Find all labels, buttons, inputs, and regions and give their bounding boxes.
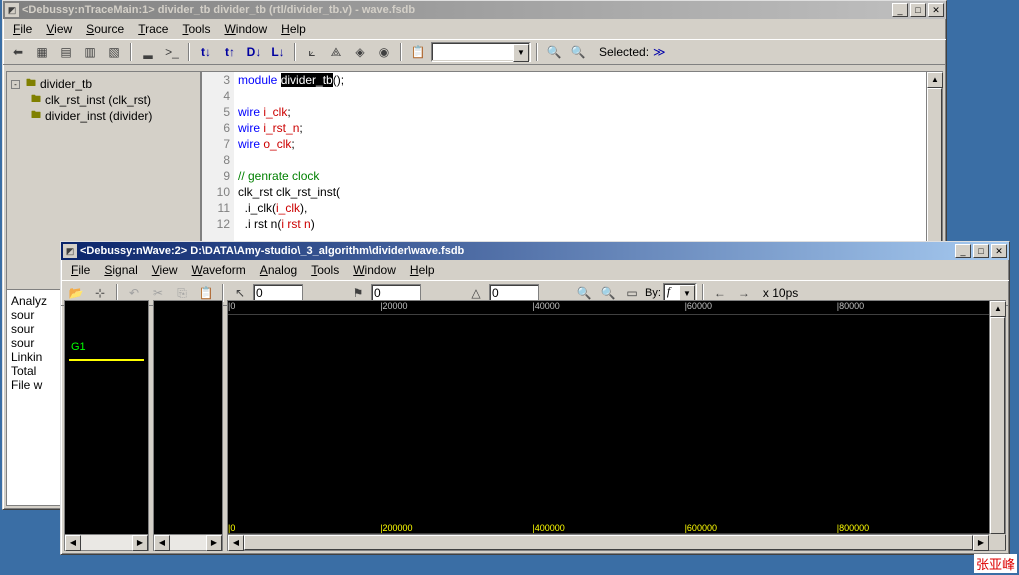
minimize-button[interactable]: _ [892,3,908,17]
menu-waveform[interactable]: Waveform [186,261,252,279]
ntrace-menubar: FileViewSourceTraceToolsWindowHelp [3,19,946,39]
nwave-title: <Debussy:nWave:2> D:\DATA\Amy-studio\_3_… [80,245,953,257]
expand-icon[interactable]: - [11,80,20,89]
close-button[interactable]: ✕ [991,244,1007,258]
val-hscroll[interactable]: ◀▶ [154,534,222,550]
toolbar-btn[interactable]: D↓ [243,42,265,62]
menu-trace[interactable]: Trace [132,20,174,38]
time-ruler-bottom: |0|200000|400000|600000|800000 [228,520,989,534]
nwave-menubar: FileSignalViewWaveformAnalogToolsWindowH… [61,260,1009,280]
window-controls: _ □ ✕ [953,244,1007,258]
menu-help[interactable]: Help [404,261,441,279]
toolbar-btn[interactable]: ▂ [137,42,159,62]
toolbar-btn[interactable]: ⟀ [301,42,323,62]
tree-item[interactable]: 🖿clk_rst_inst (clk_rst) [11,92,196,108]
signal-group[interactable]: G1 [65,335,148,359]
menu-analog[interactable]: Analog [254,261,303,279]
ntrace-toolbar: ⬅ ▦ ▤ ▥ ▧ ▂ >_ t↓ t↑ D↓ L↓ ⟀ ⟁ ◈ ◉ 📋 🔍 🔍… [3,39,946,65]
find-icon[interactable]: 🔍 [543,42,565,62]
wave-hscroll[interactable]: ◀▶ [228,534,989,550]
module-icon: 🖿 [24,78,38,90]
menu-file[interactable]: File [65,261,96,279]
toolbar-combo[interactable] [431,42,531,62]
menu-window[interactable]: Window [218,20,273,38]
app-icon: ◩ [63,244,77,258]
toolbar-btn[interactable]: ◈ [349,42,371,62]
maximize-button[interactable]: □ [910,3,926,17]
wave-vscroll[interactable]: ▲▼ [989,301,1005,550]
instance-icon: 🖿 [29,94,43,106]
tree-item[interactable]: 🖿divider_inst (divider) [11,108,196,124]
toolbar-btn[interactable]: ▤ [55,42,77,62]
menu-view[interactable]: View [40,20,78,38]
menu-file[interactable]: File [7,20,38,38]
toolbar-btn[interactable]: ▦ [31,42,53,62]
menu-signal[interactable]: Signal [98,261,143,279]
app-icon: ◩ [5,3,19,17]
menu-help[interactable]: Help [275,20,312,38]
minimize-button[interactable]: _ [955,244,971,258]
watermark: 张亚峰 [974,554,1017,573]
signal-name-pane[interactable]: G1 ◀▶ [64,300,149,551]
menu-tools[interactable]: Tools [305,261,345,279]
close-button[interactable]: ✕ [928,3,944,17]
toolbar-btn[interactable]: t↑ [219,42,241,62]
ntrace-title: <Debussy:nTraceMain:1> divider_tb divide… [22,4,890,16]
signal-value-pane[interactable]: ◀▶ [153,300,223,551]
sig-hscroll[interactable]: ◀▶ [65,534,148,550]
menu-tools[interactable]: Tools [176,20,216,38]
toolbar-btn[interactable]: ▧ [103,42,125,62]
find-next-icon[interactable]: 🔍 [567,42,589,62]
time-ruler-top: |0|20000|40000|60000|80000 [228,301,989,315]
maximize-button[interactable]: □ [973,244,989,258]
instance-icon: 🖿 [29,110,43,122]
toolbar-btn[interactable]: >_ [161,42,183,62]
nwave-titlebar[interactable]: ◩ <Debussy:nWave:2> D:\DATA\Amy-studio\_… [61,242,1009,260]
toolbar-btn[interactable]: t↓ [195,42,217,62]
timeunit-label: x 10ps [763,286,798,300]
menu-source[interactable]: Source [80,20,130,38]
toolbar-btn[interactable]: ◉ [373,42,395,62]
toolbar-btn[interactable]: L↓ [267,42,289,62]
ntrace-titlebar[interactable]: ◩ <Debussy:nTraceMain:1> divider_tb divi… [3,1,946,19]
waveform-pane[interactable]: |0|20000|40000|60000|80000 |0|200000|400… [227,300,1006,551]
selected-label: Selected: ≫ [599,45,666,59]
menu-view[interactable]: View [146,261,184,279]
toolbar-btn[interactable]: ⟁ [325,42,347,62]
nwave-window: ◩ <Debussy:nWave:2> D:\DATA\Amy-studio\_… [60,241,1010,555]
clipboard-icon[interactable]: 📋 [407,42,429,62]
tree-root[interactable]: - 🖿 divider_tb [11,76,196,92]
toolbar-btn[interactable]: ⬅ [7,42,29,62]
chevron-right-icon[interactable]: ≫ [653,45,666,59]
scroll-up-icon[interactable]: ▲ [927,72,943,88]
menu-window[interactable]: Window [347,261,402,279]
toolbar-btn[interactable]: ▥ [79,42,101,62]
window-controls: _ □ ✕ [890,3,944,17]
